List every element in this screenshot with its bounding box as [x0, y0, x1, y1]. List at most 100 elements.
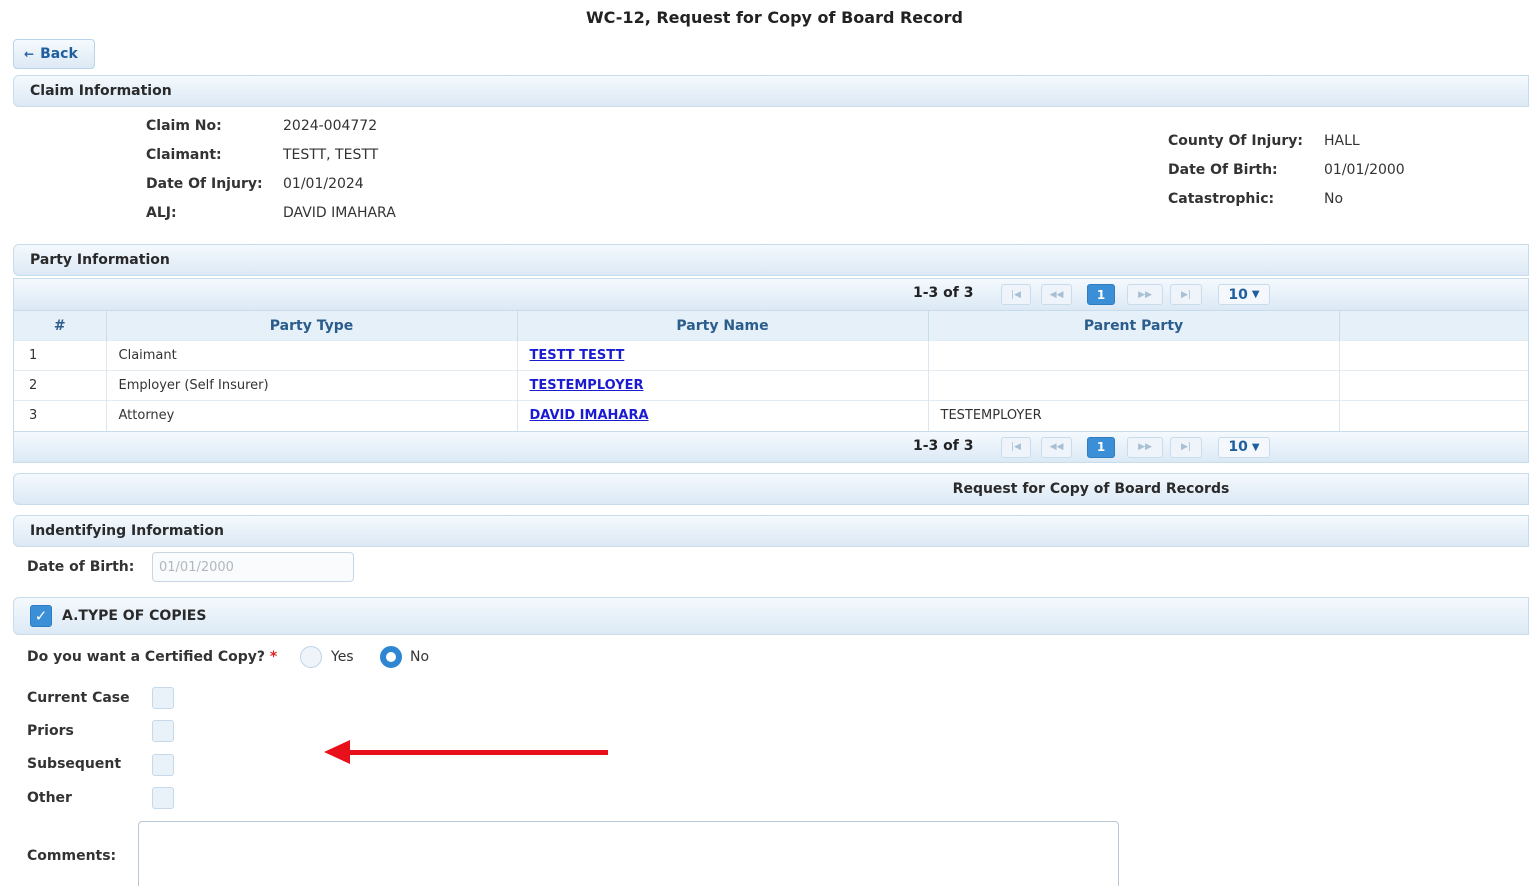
first-page-icon[interactable]: |◀ — [1001, 284, 1031, 305]
page-size-select[interactable]: 10 ▼ — [1218, 436, 1270, 458]
column-header-number[interactable]: # — [14, 310, 107, 341]
column-header-party-name[interactable]: Party Name — [517, 310, 929, 341]
annotation-arrow-left-icon — [324, 740, 350, 764]
party-grid: 1-3 of 3 |◀ ◀◀ 1 ▶▶ ▶| 10 ▼ # Party Type… — [13, 278, 1529, 463]
comments-label: Comments: — [27, 848, 117, 864]
column-header-party-type[interactable]: Party Type — [106, 310, 518, 341]
parent-party: TESTEMPLOYER — [928, 400, 1340, 431]
table-row: 3 Attorney DAVID IMAHARA TESTEMPLOYER — [14, 400, 1528, 431]
prev-page-icon[interactable]: ◀◀ — [1041, 284, 1072, 305]
subsequent-label: Subsequent — [27, 756, 122, 772]
row-empty-cell — [1339, 370, 1528, 401]
party-name-link[interactable]: TESTT TESTT — [530, 348, 625, 363]
pager-count: 1-3 of 3 — [913, 285, 974, 301]
party-name-link[interactable]: DAVID IMAHARA — [530, 408, 649, 423]
back-label: Back — [40, 46, 78, 62]
current-case-label: Current Case — [27, 690, 130, 706]
alj-value: DAVID IMAHARA — [283, 205, 396, 221]
certified-yes-label: Yes — [331, 649, 354, 665]
party-type: Attorney — [106, 400, 518, 431]
county-of-injury-label: County Of Injury: — [1168, 133, 1303, 149]
claim-no-value: 2024-004772 — [283, 118, 378, 134]
county-of-injury-value: HALL — [1324, 133, 1360, 149]
catastrophic-label: Catastrophic: — [1168, 191, 1275, 207]
chevron-down-icon: ▼ — [1251, 441, 1260, 453]
party-name-cell: TESTEMPLOYER — [517, 370, 929, 401]
claimant-label: Claimant: — [146, 147, 222, 163]
party-table: # Party Type Party Name Parent Party 1 C… — [14, 310, 1528, 431]
back-button[interactable]: ← Back — [13, 39, 95, 69]
pager-bottom: 1-3 of 3 |◀ ◀◀ 1 ▶▶ ▶| 10 ▼ — [14, 430, 1528, 462]
required-mark: * — [269, 649, 278, 665]
arrow-left-icon: ← — [24, 47, 35, 61]
page-number-button[interactable]: 1 — [1087, 436, 1115, 458]
claim-no-label: Claim No: — [146, 118, 222, 134]
chevron-down-icon: ▼ — [1251, 289, 1260, 300]
page-size-select[interactable]: 10 ▼ — [1218, 284, 1270, 305]
pager-count: 1-3 of 3 — [913, 437, 974, 454]
table-row: 1 Claimant TESTT TESTT — [14, 340, 1528, 371]
claim-information-header: Claim Information — [13, 75, 1529, 107]
row-number: 1 — [14, 340, 107, 371]
dob-field[interactable] — [152, 552, 354, 582]
party-type: Claimant — [106, 340, 518, 371]
last-page-icon[interactable]: ▶| — [1170, 284, 1202, 305]
page-size-value: 10 — [1228, 439, 1248, 455]
other-checkbox[interactable] — [152, 787, 174, 809]
party-name-cell: TESTT TESTT — [517, 340, 929, 371]
last-page-icon[interactable]: ▶| — [1170, 436, 1202, 458]
certified-copy-label: Do you want a Certified Copy? * — [27, 649, 277, 665]
certified-yes-radio[interactable] — [300, 646, 322, 668]
certified-copy-text: Do you want a Certified Copy? — [27, 649, 266, 665]
table-header-row: # Party Type Party Name Parent Party — [14, 310, 1528, 341]
check-icon: ✓ — [34, 607, 48, 625]
page-number-button[interactable]: 1 — [1087, 284, 1115, 305]
claim-information-title: Claim Information — [30, 83, 172, 99]
page-size-value: 10 — [1228, 286, 1248, 303]
party-name-cell: DAVID IMAHARA — [517, 400, 929, 431]
comments-textarea[interactable] — [138, 821, 1119, 886]
party-information-title: Party Information — [30, 252, 170, 268]
date-of-injury-label: Date Of Injury: — [146, 176, 263, 192]
row-number: 3 — [14, 400, 107, 431]
request-header: Request for Copy of Board Records — [13, 473, 1529, 505]
date-of-birth-value: 01/01/2000 — [1324, 162, 1405, 178]
date-of-birth-label: Date Of Birth: — [1168, 162, 1278, 178]
party-information-header: Party Information — [13, 244, 1529, 276]
catastrophic-value: No — [1324, 191, 1344, 207]
claimant-value: TESTT, TESTT — [283, 147, 379, 163]
next-page-icon[interactable]: ▶▶ — [1127, 284, 1163, 305]
type-of-copies-checkbox[interactable]: ✓ — [30, 605, 52, 627]
pager-top: 1-3 of 3 |◀ ◀◀ 1 ▶▶ ▶| 10 ▼ — [14, 279, 1528, 310]
party-name-link[interactable]: TESTEMPLOYER — [530, 378, 644, 393]
first-page-icon[interactable]: |◀ — [1001, 436, 1031, 458]
certified-no-label: No — [410, 649, 430, 665]
other-label: Other — [27, 790, 72, 806]
certified-no-radio[interactable] — [380, 646, 402, 668]
column-header-empty — [1339, 310, 1528, 341]
page-title: WC-12, Request for Copy of Board Record — [586, 8, 963, 27]
current-case-checkbox[interactable] — [152, 687, 174, 709]
identifying-title: Indentifying Information — [30, 523, 224, 539]
row-number: 2 — [14, 370, 107, 401]
identifying-header: Indentifying Information — [13, 515, 1529, 547]
type-of-copies-title: A.TYPE OF COPIES — [62, 608, 207, 624]
date-of-injury-value: 01/01/2024 — [283, 176, 364, 192]
parent-party — [928, 340, 1340, 371]
annotation-arrow-line — [348, 750, 608, 755]
row-empty-cell — [1339, 400, 1528, 431]
row-empty-cell — [1339, 340, 1528, 371]
parent-party — [928, 370, 1340, 401]
prev-page-icon[interactable]: ◀◀ — [1041, 436, 1072, 458]
request-title: Request for Copy of Board Records — [952, 481, 1230, 497]
type-of-copies-header: ✓ A.TYPE OF COPIES — [13, 597, 1529, 635]
column-header-parent-party[interactable]: Parent Party — [928, 310, 1340, 341]
alj-label: ALJ: — [146, 205, 177, 221]
dob-label: Date of Birth: — [27, 559, 135, 575]
next-page-icon[interactable]: ▶▶ — [1127, 436, 1163, 458]
table-row: 2 Employer (Self Insurer) TESTEMPLOYER — [14, 370, 1528, 401]
party-type: Employer (Self Insurer) — [106, 370, 518, 401]
subsequent-checkbox[interactable] — [152, 754, 174, 776]
priors-label: Priors — [27, 723, 74, 739]
priors-checkbox[interactable] — [152, 720, 174, 742]
